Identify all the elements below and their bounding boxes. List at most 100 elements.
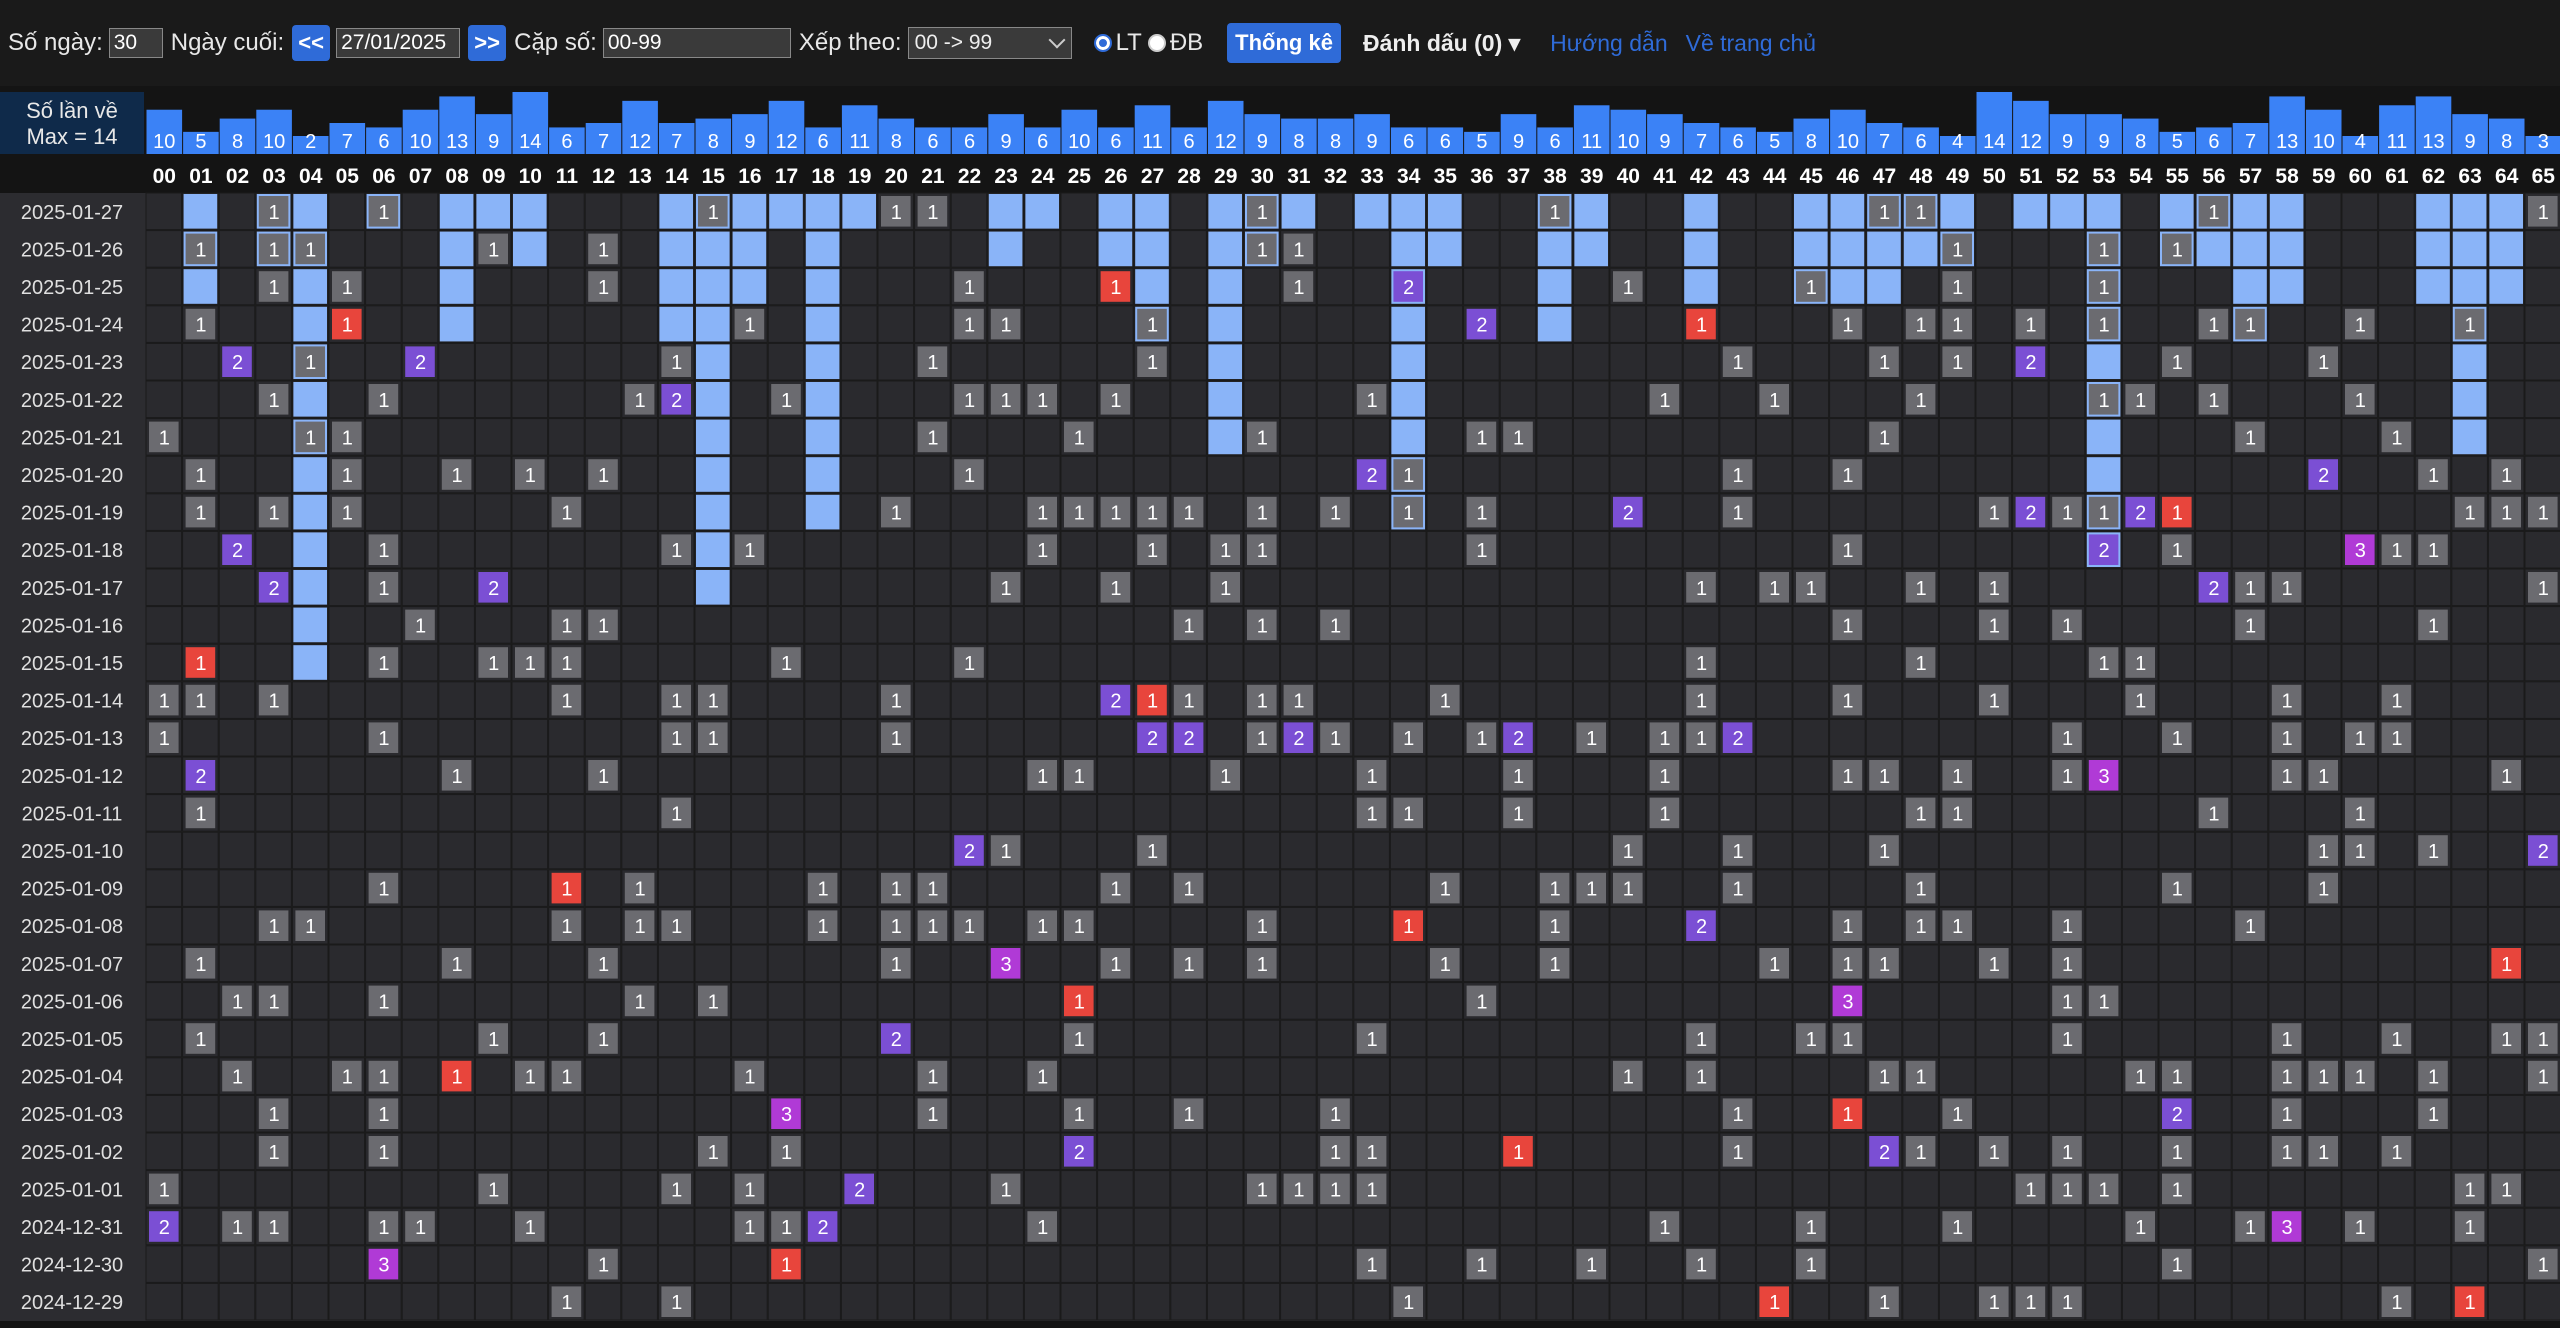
grid-cell [987, 455, 1024, 494]
number-label[interactable]: 56 [2202, 165, 2225, 188]
number-label[interactable]: 53 [2092, 165, 2115, 188]
grid-cell [2012, 380, 2049, 419]
grid-cell [1499, 342, 1537, 381]
number-label[interactable]: 20 [885, 165, 908, 188]
number-label[interactable]: 14 [665, 165, 689, 188]
number-label[interactable]: 27 [1141, 165, 1164, 188]
number-label[interactable]: 03 [262, 165, 285, 188]
number-label[interactable]: 57 [2239, 165, 2262, 188]
number-label[interactable]: 52 [2056, 165, 2079, 188]
number-label[interactable]: 16 [738, 165, 761, 188]
grid-cell [1572, 568, 1610, 607]
grid-cell [2195, 455, 2232, 494]
number-label[interactable]: 19 [848, 165, 871, 188]
number-label[interactable]: 34 [1397, 165, 1421, 188]
number-label[interactable]: 48 [1909, 165, 1933, 188]
hit-count: 1 [195, 239, 206, 261]
number-label[interactable]: 42 [1690, 165, 1713, 188]
number-label[interactable]: 46 [1836, 165, 1859, 188]
number-label[interactable]: 54 [2129, 165, 2153, 188]
hit-count: 1 [1220, 578, 1231, 600]
number-label[interactable]: 15 [702, 165, 726, 188]
grid-cell [1755, 718, 1793, 757]
grid-cell [1755, 192, 1793, 231]
number-label[interactable]: 59 [2312, 165, 2335, 188]
number-label[interactable]: 04 [299, 165, 323, 188]
grid-cell [1133, 606, 1171, 644]
number-label[interactable]: 02 [226, 165, 249, 188]
number-label[interactable]: 01 [189, 165, 213, 188]
number-label[interactable]: 47 [1873, 165, 1896, 188]
number-label[interactable]: 30 [1251, 165, 1274, 188]
grid-cell [1316, 380, 1354, 419]
grid-cell [1280, 906, 1317, 945]
number-label[interactable]: 07 [409, 165, 432, 188]
number-label[interactable]: 40 [1617, 165, 1640, 188]
number-label[interactable]: 60 [2349, 165, 2372, 188]
grid-cell [511, 380, 549, 419]
number-label[interactable]: 33 [1360, 165, 1383, 188]
number-label[interactable]: 26 [1104, 165, 1127, 188]
number-label[interactable]: 05 [336, 165, 360, 188]
number-label[interactable]: 08 [445, 165, 469, 188]
number-label[interactable]: 37 [1507, 165, 1530, 188]
hit-count: 1 [1879, 766, 1890, 788]
number-label[interactable]: 28 [1177, 165, 1201, 188]
number-label[interactable]: 51 [2019, 165, 2043, 188]
number-label[interactable]: 36 [1470, 165, 1493, 188]
grid-cell [1536, 1019, 1573, 1058]
number-label[interactable]: 29 [1214, 165, 1237, 188]
number-label[interactable]: 21 [921, 165, 945, 188]
hit-count: 1 [232, 1217, 243, 1239]
hit-count: 1 [818, 916, 829, 938]
number-label[interactable]: 43 [1726, 165, 1749, 188]
grid-cell [1353, 982, 1390, 1020]
number-label[interactable]: 18 [811, 165, 835, 188]
number-label[interactable]: 62 [2422, 165, 2445, 188]
number-label[interactable]: 45 [1800, 165, 1824, 188]
number-label[interactable]: 44 [1763, 165, 1787, 188]
number-label[interactable]: 25 [1068, 165, 1092, 188]
number-label[interactable]: 61 [2385, 165, 2409, 188]
number-label[interactable]: 09 [482, 165, 505, 188]
number-label[interactable]: 55 [2166, 165, 2190, 188]
grid-cell [2085, 794, 2122, 832]
hit-count: 1 [1586, 879, 1597, 901]
number-label[interactable]: 24 [1031, 165, 1055, 188]
hit-count: 1 [744, 315, 755, 337]
number-label[interactable]: 17 [775, 165, 798, 188]
number-label[interactable]: 12 [592, 165, 615, 188]
number-label[interactable]: 65 [2532, 165, 2556, 188]
number-label[interactable]: 32 [1324, 165, 1347, 188]
number-label[interactable]: 49 [1946, 165, 1969, 188]
hit-count: 1 [305, 239, 316, 261]
grid-cell [328, 1282, 366, 1321]
grid-cell [1206, 1132, 1244, 1171]
number-label[interactable]: 10 [519, 165, 542, 188]
hit-count: 1 [1916, 202, 1927, 224]
hit-count: 1 [561, 691, 572, 713]
gap-cell [1867, 231, 1901, 267]
number-label[interactable]: 64 [2495, 165, 2519, 188]
grid-cell [1280, 756, 1317, 795]
grid-cell [218, 718, 256, 757]
number-label[interactable]: 06 [372, 165, 395, 188]
number-label[interactable]: 23 [994, 165, 1017, 188]
number-label[interactable]: 22 [958, 165, 981, 188]
number-label[interactable]: 00 [153, 165, 176, 188]
number-label[interactable]: 35 [1434, 165, 1458, 188]
number-label[interactable]: 58 [2275, 165, 2299, 188]
number-label[interactable]: 11 [556, 165, 579, 188]
number-label[interactable]: 63 [2458, 165, 2481, 188]
hit-count: 1 [671, 352, 682, 374]
number-label[interactable]: 38 [1543, 165, 1567, 188]
number-label[interactable]: 41 [1653, 165, 1677, 188]
hit-count: 1 [2099, 1179, 2110, 1201]
number-label[interactable]: 39 [1580, 165, 1603, 188]
hit-count: 1 [671, 1179, 682, 1201]
grid-cell [2341, 1245, 2379, 1283]
number-label[interactable]: 50 [1983, 165, 2006, 188]
number-label[interactable]: 31 [1287, 165, 1311, 188]
number-label[interactable]: 13 [628, 165, 651, 188]
grid-cell [1536, 1057, 1573, 1095]
